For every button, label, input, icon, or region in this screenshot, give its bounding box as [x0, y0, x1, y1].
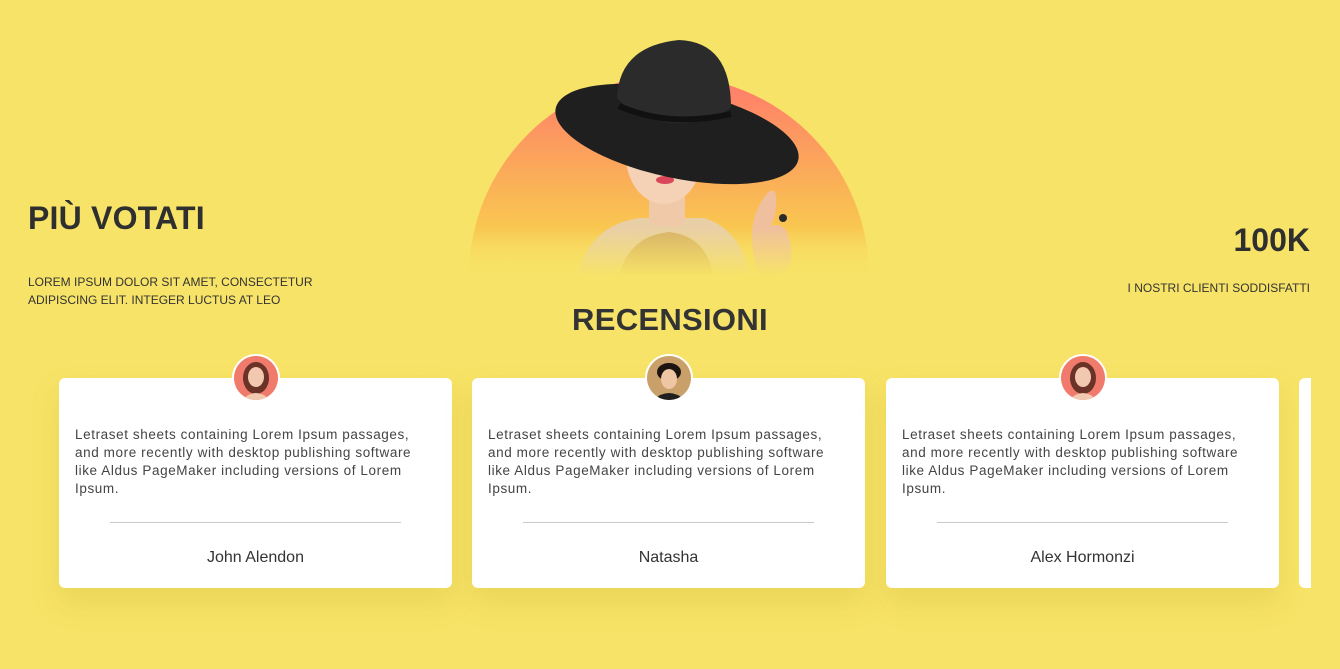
- hero-title: PIÙ VOTATI: [28, 200, 205, 236]
- woman-in-black-hat-photo-icon: [469, 36, 869, 276]
- stat-value: 100K: [1233, 222, 1311, 258]
- review-author: John Alendon: [207, 549, 304, 566]
- divider: [110, 522, 401, 523]
- review-card-partial: [1299, 378, 1311, 588]
- review-author: Alex Hormonzi: [1030, 549, 1135, 566]
- review-author: Natasha: [638, 549, 699, 566]
- divider: [523, 522, 814, 523]
- hero-photo: [469, 36, 869, 276]
- review-card: Letraset sheets containing Lorem Ipsum p…: [886, 354, 1279, 588]
- woman-avatar-icon: [1058, 354, 1107, 402]
- hero-stat: 100K I NOSTRI CLIENTI SODDISFATTI: [1050, 222, 1310, 295]
- review-card: Letraset sheets containing Lorem Ipsum p…: [472, 354, 865, 588]
- man-avatar-icon: [644, 354, 693, 402]
- review-text: Letraset sheets containing Lorem Ipsum p…: [75, 427, 412, 496]
- review-text: Letraset sheets containing Lorem Ipsum p…: [902, 427, 1239, 496]
- stat-label: I NOSTRI CLIENTI SODDISFATTI: [1127, 281, 1310, 295]
- divider: [937, 522, 1228, 523]
- reviews-title: RECENSIONI: [572, 302, 768, 337]
- woman-avatar-icon: [231, 354, 280, 402]
- review-text: Letraset sheets containing Lorem Ipsum p…: [488, 427, 825, 496]
- review-card: Letraset sheets containing Lorem Ipsum p…: [59, 354, 452, 588]
- hero-left: PIÙ VOTATI LOREM IPSUM DOLOR SIT AMET, C…: [28, 200, 348, 309]
